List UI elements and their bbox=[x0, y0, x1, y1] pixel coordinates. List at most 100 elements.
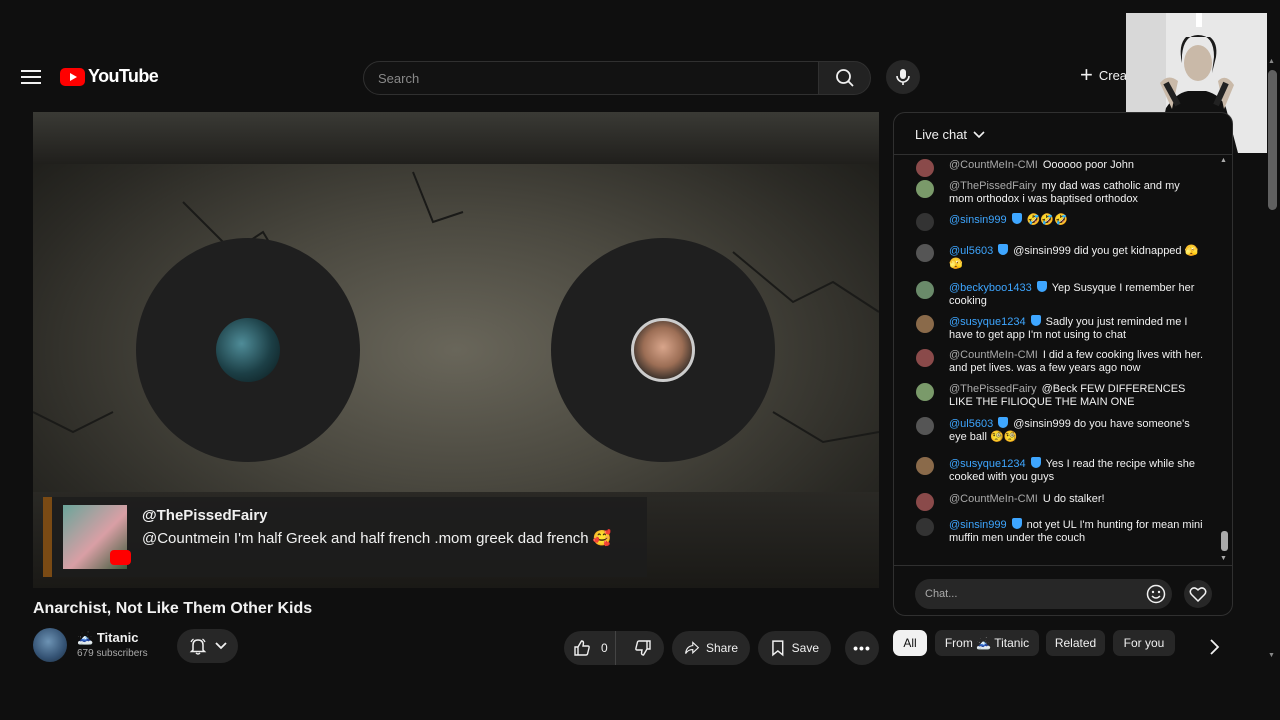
chat-author-avatar[interactable] bbox=[916, 180, 934, 198]
chat-author-name[interactable]: @susyque1234 bbox=[949, 458, 1026, 470]
member-shield-icon bbox=[1036, 281, 1047, 292]
chat-message-body: @beckyboo1433 Yep Susyque I remember her … bbox=[949, 281, 1204, 308]
chat-author-avatar[interactable] bbox=[916, 518, 934, 536]
search-icon bbox=[835, 69, 854, 87]
chat-author-avatar[interactable] bbox=[916, 417, 934, 435]
search-input[interactable] bbox=[363, 61, 819, 95]
chat-author-name[interactable]: @ThePissedFairy bbox=[949, 180, 1037, 192]
member-shield-icon bbox=[1030, 315, 1041, 326]
like-button[interactable]: 0 bbox=[564, 631, 616, 665]
thumbs-up-icon bbox=[574, 640, 590, 656]
channel-name[interactable]: 🗻 Titanic bbox=[77, 630, 138, 646]
member-shield-icon bbox=[1030, 457, 1041, 468]
chat-message-text: 🤣🤣🤣 bbox=[1026, 214, 1068, 226]
chat-scroll-down-icon[interactable]: ▼ bbox=[1220, 555, 1227, 562]
chat-author-name[interactable]: @ul5603 bbox=[949, 245, 993, 257]
youtube-badge-icon bbox=[110, 550, 131, 565]
share-button[interactable]: Share bbox=[672, 631, 750, 665]
filter-chip[interactable]: Related bbox=[1046, 630, 1105, 656]
dislike-button[interactable] bbox=[622, 631, 664, 665]
video-player[interactable]: @ThePissedFairy @Countmein I'm half Gree… bbox=[33, 112, 879, 588]
chat-author-name[interactable]: @sinsin999 bbox=[949, 214, 1007, 226]
chat-message-list[interactable]: @CountMeIn-CMI Oooooo poor John @ThePissed… bbox=[894, 159, 1232, 569]
participant-disc-right bbox=[551, 238, 775, 462]
like-count: 0 bbox=[601, 641, 608, 655]
chat-author-avatar[interactable] bbox=[916, 383, 934, 401]
member-shield-icon bbox=[1011, 213, 1022, 224]
chat-author-avatar[interactable] bbox=[916, 159, 934, 177]
youtube-logo[interactable]: YouTube bbox=[60, 66, 159, 87]
chat-author-avatar[interactable] bbox=[916, 457, 934, 475]
filter-chip[interactable]: For you bbox=[1113, 630, 1175, 656]
chat-message-body: @ul5603 @sinsin999 did you get kidnapped … bbox=[949, 244, 1204, 271]
plus-icon: + bbox=[1080, 62, 1093, 87]
save-label: Save bbox=[791, 641, 819, 655]
chat-message-body: @sinsin999 not yet UL I'm hunting for mea… bbox=[949, 518, 1204, 545]
page-scroll-down-icon[interactable]: ▼ bbox=[1268, 652, 1275, 659]
page-scroll-up-icon[interactable]: ▲ bbox=[1268, 58, 1275, 65]
notification-bell-button[interactable] bbox=[177, 629, 238, 663]
chat-author-avatar[interactable] bbox=[916, 493, 934, 511]
chat-footer bbox=[894, 565, 1232, 615]
participant-disc-left bbox=[136, 238, 360, 462]
chat-author-name[interactable]: @ul5603 bbox=[949, 418, 993, 430]
filter-chip[interactable]: All bbox=[893, 630, 927, 656]
more-actions-button[interactable]: ••• bbox=[845, 631, 879, 665]
share-label: Share bbox=[705, 641, 738, 655]
search-button[interactable] bbox=[818, 61, 871, 95]
chat-author-avatar[interactable] bbox=[916, 244, 934, 262]
chat-author-avatar[interactable] bbox=[916, 281, 934, 299]
save-button[interactable]: Save bbox=[758, 631, 831, 665]
chat-message-body: @CountMeIn-CMI U do stalker! bbox=[949, 493, 1204, 506]
chat-author-name[interactable]: @sinsin999 bbox=[949, 519, 1007, 531]
chat-author-avatar[interactable] bbox=[916, 315, 934, 333]
chevron-right-icon[interactable] bbox=[1207, 638, 1221, 656]
bell-icon bbox=[189, 638, 206, 655]
menu-icon[interactable] bbox=[18, 66, 44, 90]
chevron-down-icon[interactable] bbox=[972, 127, 986, 141]
overlay-author: @ThePissedFairy bbox=[142, 507, 268, 524]
chat-message-body: @CountMeIn-CMI Oooooo poor John bbox=[949, 159, 1204, 172]
live-chat-panel: Live chat @CountMeIn-CMI Oooooo poor John… bbox=[893, 112, 1233, 616]
emoji-icon[interactable] bbox=[1146, 584, 1166, 604]
overlay-accent-bar bbox=[43, 497, 52, 577]
channel-icon: 🗻 bbox=[77, 630, 94, 645]
chat-author-name[interactable]: @beckyboo1433 bbox=[949, 282, 1032, 294]
chat-author-avatar[interactable] bbox=[916, 349, 934, 367]
youtube-logo-icon bbox=[60, 67, 85, 86]
channel-name-text: Titanic bbox=[96, 630, 139, 645]
member-shield-icon bbox=[1011, 518, 1022, 529]
chat-overlay-banner: @ThePissedFairy @Countmein I'm half Gree… bbox=[43, 497, 647, 577]
top-bar: YouTube + Create bbox=[0, 56, 1280, 100]
chat-author-name[interactable]: @ThePissedFairy bbox=[949, 383, 1037, 395]
chat-input[interactable] bbox=[915, 579, 1172, 609]
chat-author-name[interactable]: @susyque1234 bbox=[949, 316, 1026, 328]
filter-chip[interactable]: From 🗻 Titanic bbox=[935, 630, 1039, 656]
share-icon bbox=[685, 641, 700, 655]
logo-text: YouTube bbox=[88, 66, 159, 86]
save-icon bbox=[772, 640, 784, 657]
member-shield-icon bbox=[998, 244, 1009, 255]
member-shield-icon bbox=[998, 417, 1009, 428]
more-icon: ••• bbox=[853, 640, 871, 656]
chat-message-text: U do stalker! bbox=[1042, 493, 1105, 505]
chat-author-name[interactable]: @CountMeIn-CMI bbox=[949, 349, 1038, 361]
chat-header: Live chat bbox=[894, 113, 1232, 155]
chat-scroll-up-icon[interactable]: ▲ bbox=[1220, 157, 1227, 164]
heart-button[interactable] bbox=[1184, 580, 1212, 608]
chat-mode-selector[interactable]: Live chat bbox=[915, 127, 967, 142]
heart-icon bbox=[1189, 587, 1207, 602]
channel-avatar[interactable] bbox=[33, 628, 67, 662]
chevron-down-icon bbox=[214, 642, 227, 650]
voice-search-button[interactable] bbox=[886, 60, 920, 94]
chat-message-body: @sinsin999 🤣🤣🤣 bbox=[949, 213, 1204, 227]
chat-message-body: @CountMeIn-CMI I did a few cooking lives … bbox=[949, 349, 1204, 375]
page-scrollbar[interactable] bbox=[1268, 70, 1277, 210]
chat-author-avatar[interactable] bbox=[916, 213, 934, 231]
chat-scrollbar[interactable] bbox=[1221, 531, 1228, 551]
chat-message-body: @susyque1234 Yes I read the recipe while … bbox=[949, 457, 1204, 484]
overlay-message: @Countmein I'm half Greek and half frenc… bbox=[142, 530, 612, 547]
participant-avatar-left bbox=[216, 318, 280, 382]
chat-author-name[interactable]: @CountMeIn-CMI bbox=[949, 159, 1038, 171]
chat-author-name[interactable]: @CountMeIn-CMI bbox=[949, 493, 1038, 505]
